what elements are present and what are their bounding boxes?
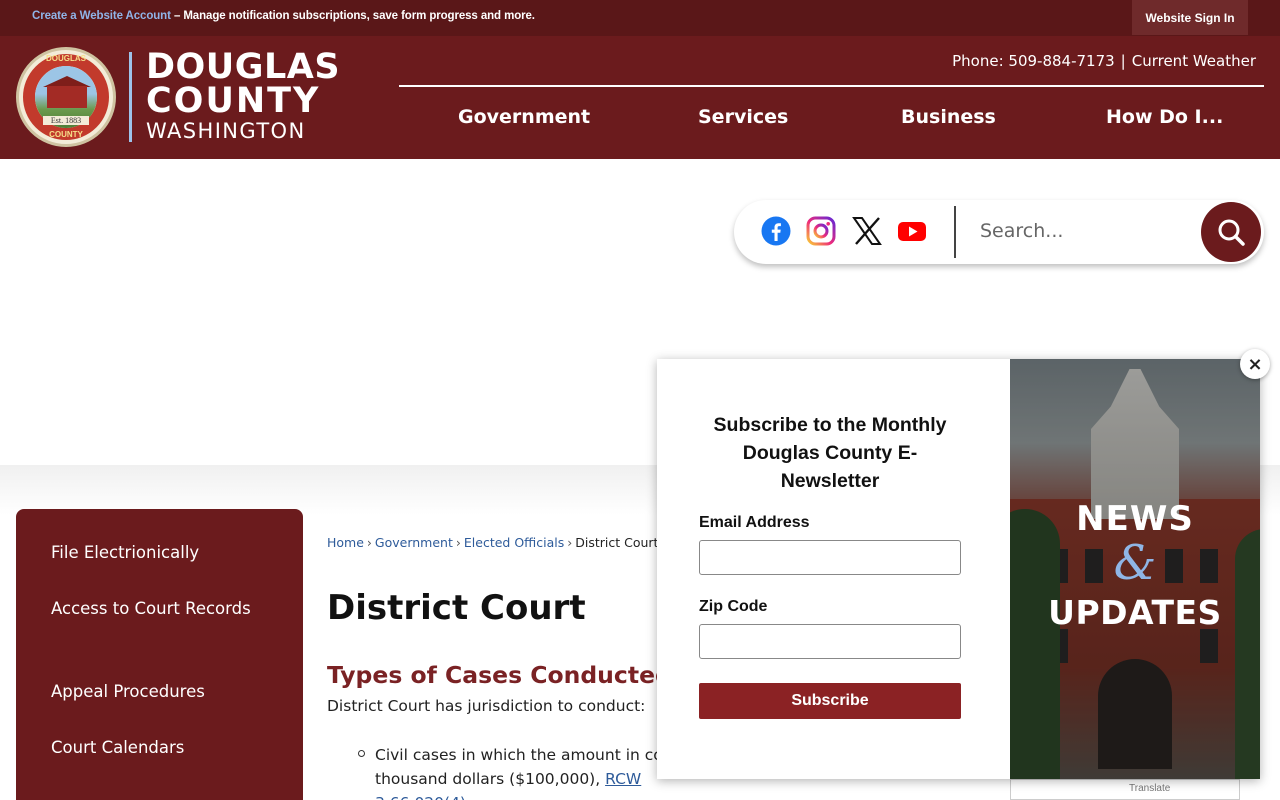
modal-title: Subscribe to the Monthly Douglas County …: [713, 414, 947, 492]
nav-how-do-i[interactable]: How Do I...: [1106, 106, 1223, 128]
zip-label: Zip Code: [699, 598, 768, 615]
page-title: District Court: [327, 588, 586, 628]
phone-link[interactable]: Phone: 509-884-7173: [952, 52, 1115, 70]
breadcrumb-home[interactable]: Home: [327, 535, 364, 550]
intro-text: District Court has jurisdiction to condu…: [327, 697, 646, 715]
account-message: Create a Website Account – Manage notifi…: [32, 10, 535, 22]
contact-separator: |: [1120, 52, 1126, 70]
breadcrumb-separator: ›: [366, 535, 372, 550]
search-button[interactable]: [1201, 202, 1261, 262]
bullet-text: Civil cases in which the amount in con: [375, 746, 673, 764]
seal-top-text: DOUGLAS: [46, 54, 86, 63]
seal-barn: [47, 86, 87, 108]
youtube-icon[interactable]: [897, 216, 927, 246]
pill-divider: [954, 206, 956, 258]
breadcrumb: Home › Government › Elected Officials › Distri…: [327, 535, 658, 550]
search-icon: [1218, 219, 1245, 246]
sidebar-item-appeal-procedures[interactable]: Appeal Procedures: [51, 678, 281, 705]
x-icon[interactable]: [852, 216, 882, 246]
breadcrumb-current: District Court: [575, 535, 659, 550]
utility-bar: Create a Website Account – Manage notifi…: [0, 0, 1280, 36]
email-label: Email Address: [699, 514, 810, 531]
breadcrumb-separator: ›: [567, 535, 573, 550]
social-search-bar: [734, 200, 1264, 264]
section-heading: Types of Cases Conducted: [327, 661, 672, 689]
seal-bottom-text: COUNTY: [49, 130, 83, 139]
sidebar-item-access-court-records[interactable]: Access to Court Records: [51, 595, 281, 622]
seal-est-text: Est. 1883: [43, 116, 89, 125]
brand-douglas[interactable]: DOUGLAS: [146, 50, 340, 85]
sidebar-item-file-electronically[interactable]: File Electrionically: [51, 539, 281, 566]
nav-rule: [399, 85, 1264, 87]
bullet-marker: [358, 750, 365, 757]
county-seal-logo[interactable]: DOUGLAS COUNTY Est. 1883: [16, 47, 116, 147]
nav-business[interactable]: Business: [901, 106, 996, 128]
brand-county[interactable]: COUNTY: [146, 84, 320, 119]
sidebar-nav: File Electrionically Access to Court Rec…: [16, 509, 303, 800]
site-header: DOUGLAS COUNTY Est. 1883 DOUGLAS COUNTY …: [0, 36, 1280, 159]
brand-washington[interactable]: WASHINGTON: [146, 120, 306, 142]
main-nav: Government Services Business How Do I...: [399, 106, 1264, 140]
google-translate-widget[interactable]: Translate: [1010, 779, 1240, 800]
nav-services[interactable]: Services: [698, 106, 788, 128]
sidebar-item-court-calendars[interactable]: Court Calendars: [51, 734, 281, 761]
close-icon[interactable]: ×: [1240, 349, 1270, 379]
search-input[interactable]: [980, 214, 1190, 248]
email-field[interactable]: [699, 540, 961, 575]
zip-code-field[interactable]: [699, 624, 961, 659]
breadcrumb-elected-officials[interactable]: Elected Officials: [464, 535, 564, 550]
breadcrumb-government[interactable]: Government: [375, 535, 453, 550]
current-weather-link[interactable]: Current Weather: [1132, 52, 1256, 70]
facebook-icon[interactable]: [761, 216, 791, 246]
instagram-icon[interactable]: [806, 216, 836, 246]
newsletter-modal: Subscribe to the Monthly Douglas County …: [657, 359, 1260, 779]
promo-ampersand: &: [1113, 535, 1157, 591]
account-message-text: – Manage notification subscriptions, sav…: [170, 10, 535, 22]
create-account-link[interactable]: Create a Website Account: [32, 10, 171, 22]
promo-updates-text: UPDATES: [1048, 593, 1222, 632]
translate-label: Translate: [1129, 783, 1171, 794]
news-updates-promo-image: NEWS & UPDATES: [1010, 359, 1260, 779]
header-contact: Phone: 509-884-7173 | Current Weather: [952, 52, 1256, 70]
nav-government[interactable]: Government: [458, 106, 590, 128]
breadcrumb-separator: ›: [455, 535, 461, 550]
website-sign-in-button[interactable]: Website Sign In: [1132, 0, 1248, 35]
subscribe-button[interactable]: Subscribe: [699, 683, 961, 719]
logo-divider: [129, 52, 132, 142]
bullet-text-continued: thousand dollars ($100,000),: [375, 770, 606, 788]
promo-news-text: NEWS: [1076, 499, 1194, 539]
